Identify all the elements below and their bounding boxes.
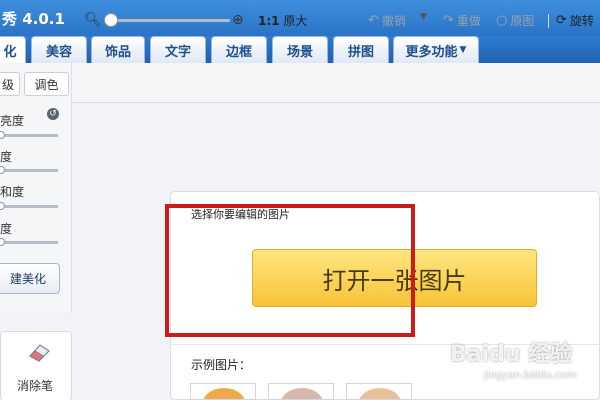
- sharpness-slider[interactable]: [0, 241, 58, 244]
- adjust-label-sharpness: 度: [0, 222, 13, 236]
- eraser-icon: [29, 344, 50, 362]
- rotate-icon: ⟳: [556, 13, 567, 28]
- undo-button[interactable]: ↶ 撤销: [368, 12, 406, 29]
- reset-icon[interactable]: ↺: [47, 108, 59, 120]
- saturation-slider[interactable]: [0, 205, 58, 208]
- zoom-out-icon[interactable]: 🔍︎: [84, 12, 102, 28]
- sample-image-thumbnail[interactable]: [268, 383, 334, 400]
- redo-button[interactable]: ↷ 重做: [443, 12, 481, 29]
- tab-border[interactable]: 边框: [211, 36, 267, 63]
- tab-collage[interactable]: 拼图: [333, 36, 389, 63]
- tab-scene[interactable]: 场景: [272, 36, 328, 63]
- chevron-down-icon: ▼: [459, 45, 467, 55]
- annotation-highlight-box: [165, 204, 415, 337]
- eraser-label: 消除笔: [17, 379, 54, 393]
- tab-advanced[interactable]: 级: [0, 72, 20, 96]
- redo-icon: ↷: [443, 13, 454, 28]
- app-title: 秀 4.0.1: [2, 10, 65, 28]
- original-size-button[interactable]: 1:1 原大: [258, 12, 307, 29]
- zoom-slider-track[interactable]: [104, 19, 230, 22]
- zoom-in-icon[interactable]: ⊕: [232, 12, 244, 28]
- contrast-slider[interactable]: [0, 169, 58, 172]
- watermark-url: jingyan.baidu.com: [484, 370, 577, 381]
- tab-beautify[interactable]: 化: [0, 36, 26, 63]
- circle-icon: ○: [496, 13, 508, 28]
- main-tab-bar: 化 美容 饰品 文字 边框 场景 拼图 更多功能 ▼: [0, 36, 600, 63]
- rotate-button[interactable]: ⟳ 旋转: [556, 12, 594, 29]
- undo-icon: ↶: [368, 13, 379, 28]
- watermark: Baidu 经验 jingyan.baidu.com: [450, 336, 576, 381]
- sample-image-thumbnail[interactable]: [190, 383, 256, 400]
- eraser-tool[interactable]: 消除笔: [0, 331, 72, 400]
- sample-image-thumbnail[interactable]: [346, 383, 412, 400]
- brightness-slider[interactable]: [0, 134, 58, 137]
- one-click-beautify-button[interactable]: 建美化: [0, 263, 60, 294]
- tab-beauty[interactable]: 美容: [31, 36, 87, 63]
- toolbar-separator: [548, 14, 549, 28]
- tab-more-features[interactable]: 更多功能 ▼: [393, 36, 479, 63]
- watermark-logo: Baidu 经验: [450, 342, 573, 367]
- chevron-down-icon: ▼: [420, 12, 427, 22]
- original-image-button[interactable]: ○ 原图: [496, 12, 534, 29]
- toolbar: [0, 63, 600, 103]
- tab-text[interactable]: 文字: [150, 36, 206, 63]
- adjust-label-contrast: 度: [0, 150, 13, 164]
- tab-accessories[interactable]: 饰品: [91, 36, 145, 63]
- adjust-label-saturation: 和度: [0, 185, 25, 199]
- zoom-slider-thumb[interactable]: [104, 13, 118, 27]
- tab-color-adjust[interactable]: 调色: [24, 72, 69, 96]
- undo-history-dropdown[interactable]: ▼: [420, 12, 427, 22]
- sample-images-label: 示例图片：: [191, 358, 252, 372]
- adjust-label-brightness: 亮度: [0, 114, 25, 128]
